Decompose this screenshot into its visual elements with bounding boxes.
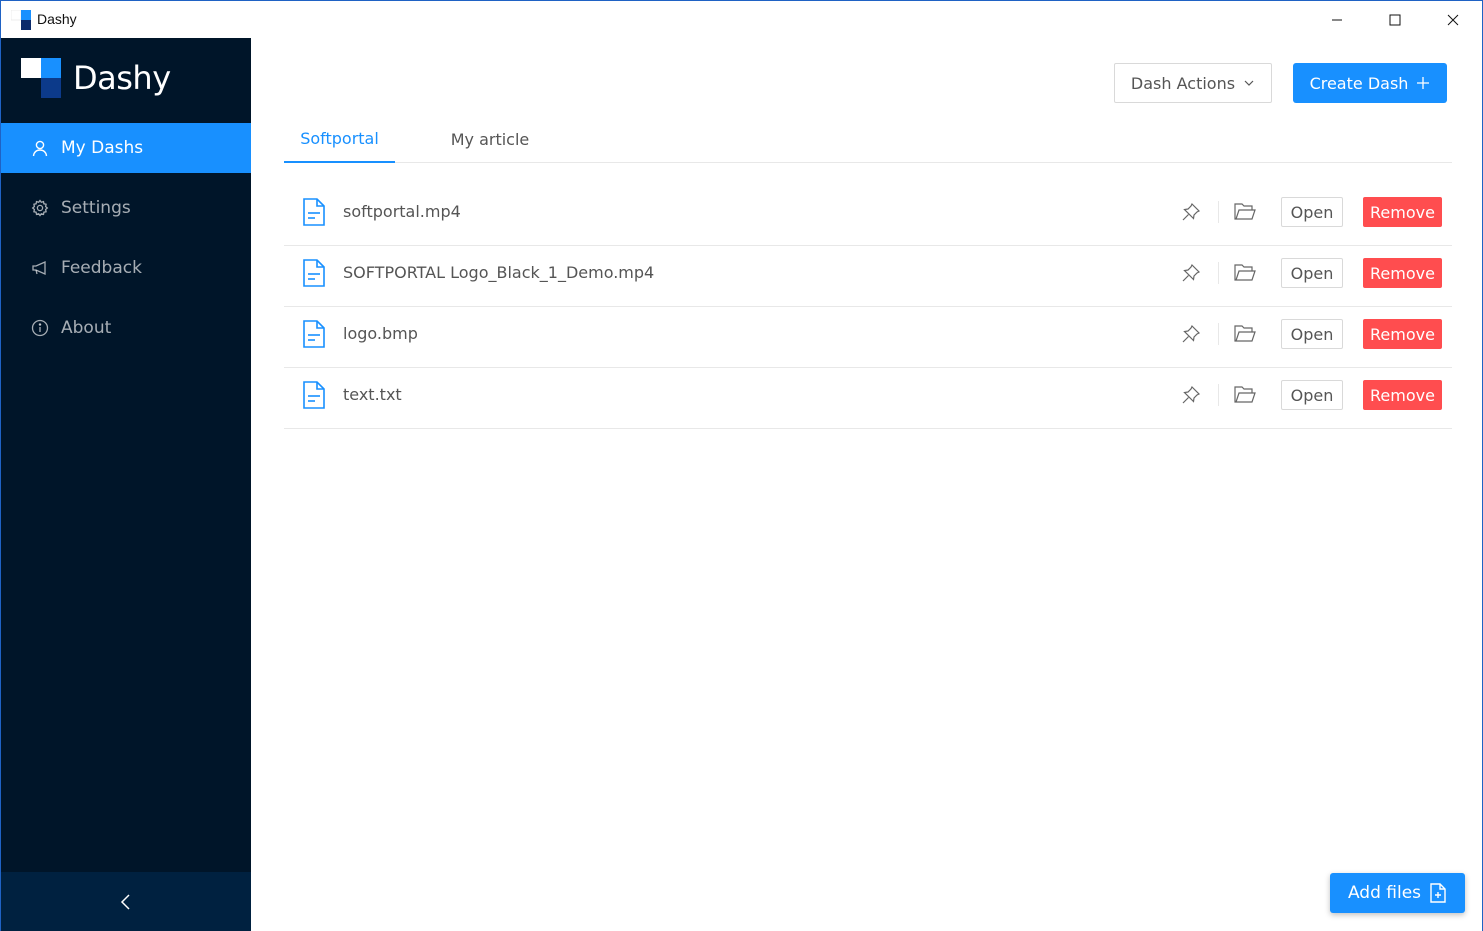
add-files-button[interactable]: Add files bbox=[1330, 873, 1465, 913]
tab-label: Softportal bbox=[300, 129, 379, 148]
sidebar-item-feedback[interactable]: Feedback bbox=[1, 243, 251, 293]
tab-label: My article bbox=[450, 129, 530, 149]
remove-label: Remove bbox=[1370, 385, 1435, 405]
open-button[interactable]: Open bbox=[1281, 197, 1343, 227]
dash-tabs: Softportal My article bbox=[284, 116, 1452, 163]
main-content: Dash Actions Create Dash Softportal My a… bbox=[251, 38, 1483, 931]
open-button[interactable]: Open bbox=[1281, 319, 1343, 349]
sidebar-nav: My Dashs Settings Feedback About bbox=[1, 123, 251, 363]
sidebar-item-label: About bbox=[61, 318, 112, 338]
file-row: text.txt Open Remove bbox=[284, 368, 1452, 429]
minimize-button[interactable] bbox=[1308, 1, 1366, 39]
sidebar-item-label: My Dashs bbox=[61, 138, 144, 158]
open-button[interactable]: Open bbox=[1281, 258, 1343, 288]
close-window-button[interactable] bbox=[1424, 1, 1482, 39]
sidebar-item-label: Feedback bbox=[61, 258, 142, 278]
remove-label: Remove bbox=[1370, 324, 1435, 344]
gear-icon bbox=[31, 199, 49, 217]
plus-icon bbox=[1417, 77, 1430, 89]
remove-label: Remove bbox=[1370, 202, 1435, 222]
sidebar-item-my-dashs[interactable]: My Dashs bbox=[1, 123, 251, 173]
file-name: SOFTPORTAL Logo_Black_1_Demo.mp4 bbox=[343, 263, 655, 282]
file-row: logo.bmp Open Remove bbox=[284, 307, 1452, 368]
brand-name: Dashy bbox=[73, 59, 171, 97]
sidebar-item-settings[interactable]: Settings bbox=[1, 183, 251, 233]
divider bbox=[1218, 262, 1219, 284]
sidebar: Dashy My Dashs Settings Feedback About bbox=[0, 38, 251, 931]
remove-label: Remove bbox=[1370, 263, 1435, 283]
pin-icon[interactable] bbox=[1181, 202, 1201, 222]
file-row: SOFTPORTAL Logo_Black_1_Demo.mp4 Open Re… bbox=[284, 246, 1452, 307]
brand-logo: Dashy bbox=[21, 58, 171, 98]
create-dash-label: Create Dash bbox=[1309, 73, 1409, 93]
file-icon bbox=[303, 381, 325, 409]
divider bbox=[1218, 201, 1219, 223]
app-logo-icon bbox=[11, 10, 31, 30]
file-icon bbox=[303, 320, 325, 348]
remove-button[interactable]: Remove bbox=[1363, 197, 1442, 227]
create-dash-button[interactable]: Create Dash bbox=[1293, 63, 1447, 103]
pin-icon[interactable] bbox=[1181, 263, 1201, 283]
folder-open-icon[interactable] bbox=[1234, 324, 1256, 344]
window-title: Dashy bbox=[37, 11, 77, 27]
window-titlebar: Dashy bbox=[0, 0, 1483, 38]
folder-open-icon[interactable] bbox=[1234, 263, 1256, 283]
open-button[interactable]: Open bbox=[1281, 380, 1343, 410]
close-icon bbox=[1447, 14, 1459, 26]
open-label: Open bbox=[1290, 324, 1334, 344]
remove-button[interactable]: Remove bbox=[1363, 380, 1442, 410]
info-icon bbox=[31, 319, 49, 337]
tab-my-article[interactable]: My article bbox=[434, 116, 546, 162]
maximize-icon bbox=[1389, 14, 1401, 26]
chevron-down-icon bbox=[1244, 80, 1254, 86]
open-label: Open bbox=[1290, 202, 1334, 222]
user-icon bbox=[32, 140, 48, 157]
open-label: Open bbox=[1290, 263, 1334, 283]
file-icon bbox=[303, 198, 325, 226]
divider bbox=[1218, 384, 1219, 406]
open-label: Open bbox=[1290, 385, 1334, 405]
dash-actions-label: Dash Actions bbox=[1130, 73, 1236, 93]
chevron-left-icon bbox=[120, 893, 130, 910]
pin-icon[interactable] bbox=[1181, 385, 1201, 405]
divider bbox=[1218, 323, 1219, 345]
add-files-label: Add files bbox=[1347, 883, 1422, 903]
maximize-button[interactable] bbox=[1366, 1, 1424, 39]
folder-open-icon[interactable] bbox=[1234, 202, 1256, 222]
file-list: softportal.mp4 Open Remove SOFTPORTAL Lo… bbox=[284, 185, 1452, 429]
dash-actions-dropdown[interactable]: Dash Actions bbox=[1114, 63, 1272, 103]
remove-button[interactable]: Remove bbox=[1363, 258, 1442, 288]
minimize-icon bbox=[1332, 19, 1342, 21]
file-name: text.txt bbox=[343, 385, 402, 404]
file-name: logo.bmp bbox=[343, 324, 418, 343]
file-row: softportal.mp4 Open Remove bbox=[284, 185, 1452, 246]
file-add-icon bbox=[1430, 883, 1446, 903]
file-name: softportal.mp4 bbox=[343, 202, 461, 221]
dashy-logo-icon bbox=[21, 58, 61, 98]
tab-softportal[interactable]: Softportal bbox=[284, 116, 395, 163]
pin-icon[interactable] bbox=[1181, 324, 1201, 344]
remove-button[interactable]: Remove bbox=[1363, 319, 1442, 349]
sidebar-item-about[interactable]: About bbox=[1, 303, 251, 353]
folder-open-icon[interactable] bbox=[1234, 385, 1256, 405]
file-icon bbox=[303, 259, 325, 287]
megaphone-icon bbox=[32, 260, 46, 276]
sidebar-item-label: Settings bbox=[61, 198, 131, 218]
sidebar-collapse-button[interactable] bbox=[1, 872, 251, 931]
